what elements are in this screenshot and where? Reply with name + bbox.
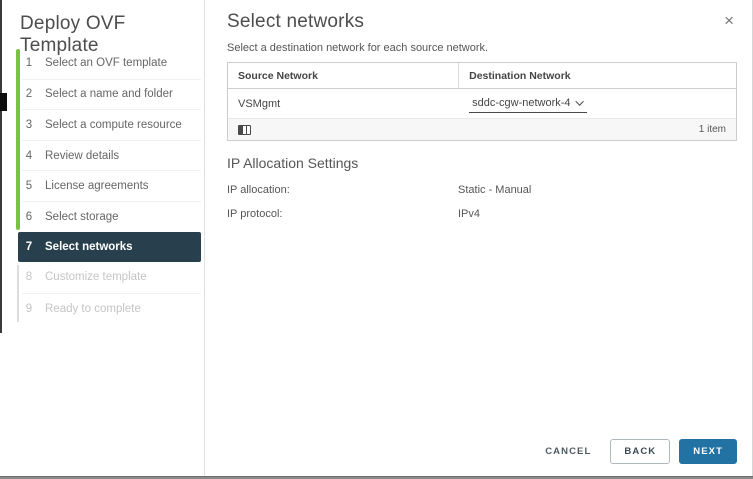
step-label: License agreements bbox=[45, 180, 149, 193]
step-label: Select a name and folder bbox=[45, 88, 173, 101]
screen-edge-artifact bbox=[0, 0, 2, 333]
step-7-select-networks-active[interactable]: 7 Select networks bbox=[18, 231, 201, 263]
ip-protocol-row: IP protocol: IPv4 bbox=[227, 208, 707, 220]
ip-allocation-value: Static - Manual bbox=[458, 184, 532, 196]
step-3-select-compute-resource[interactable]: 3 Select a compute resource bbox=[22, 109, 201, 140]
back-button[interactable]: BACK bbox=[610, 439, 671, 464]
column-header-source-network[interactable]: Source Network bbox=[228, 63, 460, 88]
completed-steps-rail bbox=[16, 49, 20, 230]
ip-allocation-settings-heading: IP Allocation Settings bbox=[227, 155, 359, 171]
destination-network-selected-value: sddc-cgw-network-4 bbox=[472, 96, 571, 109]
ip-allocation-row: IP allocation: Static - Manual bbox=[227, 184, 707, 196]
step-label: Select storage bbox=[45, 210, 119, 223]
ip-allocation-label: IP allocation: bbox=[227, 184, 290, 196]
step-label: Customize template bbox=[45, 271, 147, 284]
wizard-steps-list: 1 Select an OVF template 2 Select a name… bbox=[18, 48, 201, 324]
chevron-down-icon bbox=[574, 96, 584, 106]
wizard-main-panel: × Select networks Select a destination n… bbox=[206, 0, 753, 479]
close-icon[interactable]: × bbox=[724, 12, 734, 29]
wizard-button-bar: CANCEL BACK NEXT bbox=[535, 439, 737, 464]
step-5-license-agreements[interactable]: 5 License agreements bbox=[22, 170, 201, 201]
network-mapping-table: Source Network Destination Network VSMgm… bbox=[227, 62, 737, 141]
step-9-ready-to-complete: 9 Ready to complete bbox=[22, 292, 201, 324]
step-2-select-name-folder[interactable]: 2 Select a name and folder bbox=[22, 78, 201, 110]
column-toggle-icon[interactable] bbox=[238, 124, 251, 135]
column-header-destination-network[interactable]: Destination Network bbox=[459, 63, 736, 88]
table-footer: 1 item bbox=[228, 119, 736, 140]
step-label: Select networks bbox=[45, 240, 133, 253]
destination-network-select[interactable]: sddc-cgw-network-4 bbox=[469, 95, 587, 113]
step-8-customize-template: 8 Customize template bbox=[25, 271, 147, 284]
pending-steps-rail bbox=[17, 265, 19, 322]
item-count: 1 item bbox=[698, 124, 726, 135]
step-label: Review details bbox=[45, 149, 120, 162]
step-label: Ready to complete bbox=[45, 302, 141, 315]
ip-protocol-label: IP protocol: bbox=[227, 208, 283, 220]
step-label: Select a compute resource bbox=[45, 118, 182, 131]
step-6-select-storage[interactable]: 6 Select storage bbox=[22, 200, 201, 232]
step-4-review-details[interactable]: 4 Review details bbox=[22, 139, 201, 171]
page-title: Select networks bbox=[227, 11, 365, 32]
cancel-button[interactable]: CANCEL bbox=[535, 440, 601, 463]
ip-protocol-value: IPv4 bbox=[458, 208, 481, 220]
wizard-sidebar: Deploy OVF Template 1 Select an OVF temp… bbox=[0, 0, 205, 476]
table-header-row: Source Network Destination Network bbox=[228, 63, 736, 89]
step-1-select-ovf-template[interactable]: 1 Select an OVF template bbox=[22, 48, 201, 79]
step-label: Select an OVF template bbox=[45, 57, 168, 70]
table-row: VSMgmt sddc-cgw-network-4 bbox=[228, 89, 736, 119]
source-network-value: VSMgmt bbox=[238, 97, 281, 110]
page-subtitle: Select a destination network for each so… bbox=[227, 42, 489, 54]
screen-edge-notch bbox=[0, 93, 7, 111]
next-button[interactable]: NEXT bbox=[679, 439, 737, 464]
